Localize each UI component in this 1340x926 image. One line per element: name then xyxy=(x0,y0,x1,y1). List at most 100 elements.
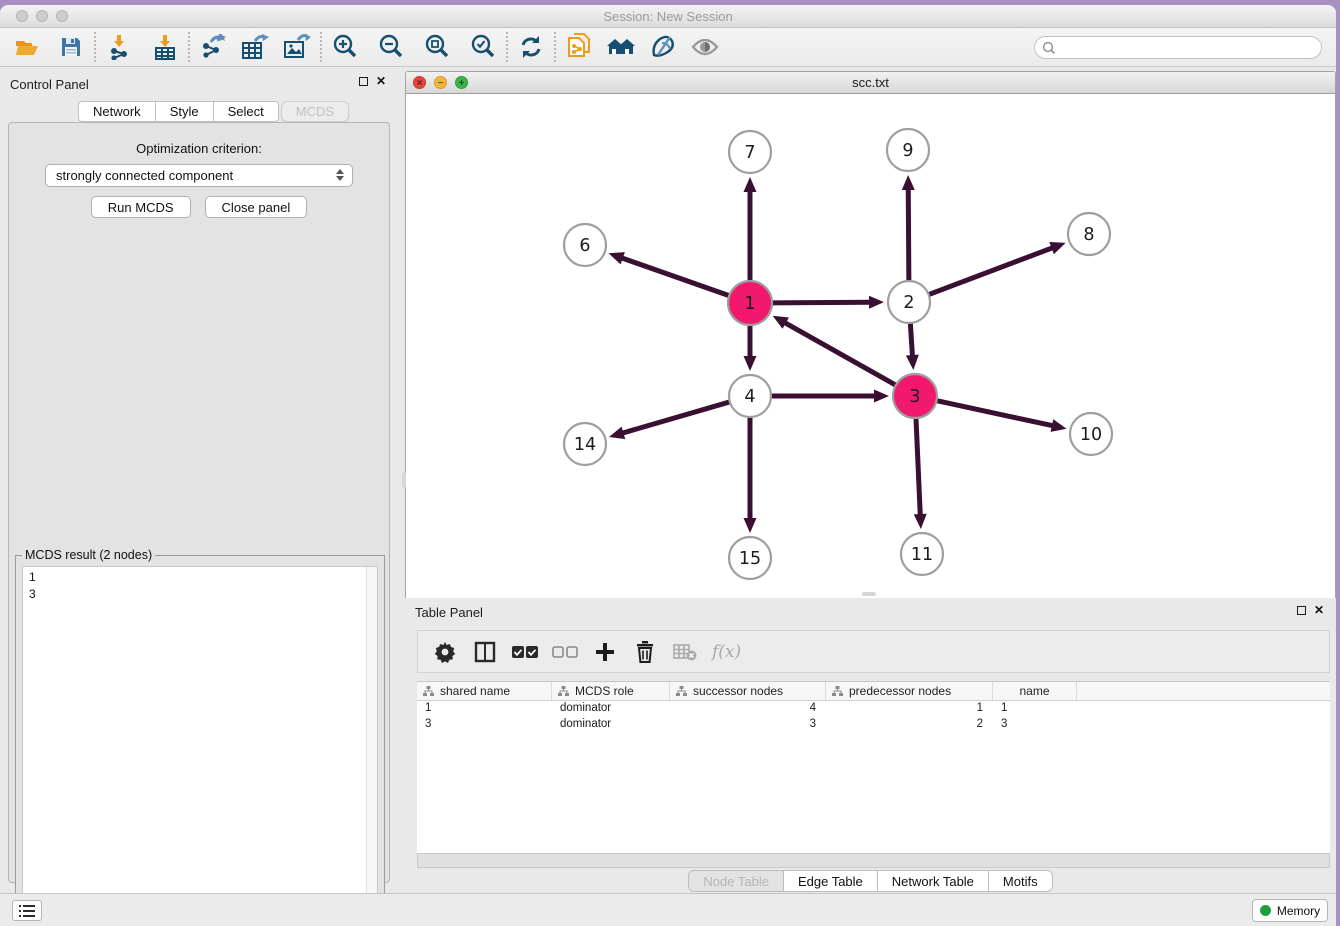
network-window: × − + scc.txt 1234678910111415 xyxy=(405,71,1336,598)
table-cell[interactable]: 1 xyxy=(417,701,552,717)
table-settings-gear-icon[interactable] xyxy=(432,639,458,665)
network-graph: 1234678910111415 xyxy=(406,94,1335,598)
control-panel: Control Panel ✕ NetworkStyleSelectMCDS O… xyxy=(0,67,398,898)
table-scrollbar[interactable] xyxy=(417,853,1330,868)
split-handle[interactable] xyxy=(402,472,406,488)
graph-arrowhead xyxy=(744,356,757,371)
delete-trash-icon[interactable] xyxy=(632,639,658,665)
search-input[interactable] xyxy=(1034,36,1322,59)
control-panel-tabs: NetworkStyleSelectMCDS xyxy=(78,101,349,122)
table-cell[interactable]: dominator xyxy=(552,701,670,717)
mcds-result-text[interactable]: 1 3 xyxy=(22,566,378,926)
close-panel-button[interactable]: Close panel xyxy=(205,196,308,218)
mcds-result-fieldset: MCDS result (2 nodes) 1 3 xyxy=(15,555,385,926)
graph-edge-2-8[interactable] xyxy=(927,247,1054,295)
column-header-successor-nodes[interactable]: successor nodes xyxy=(670,682,826,700)
table-panel-title: Table Panel xyxy=(415,605,483,620)
tab-motifs[interactable]: Motifs xyxy=(989,870,1053,892)
table-panel: Table Panel ✕ xyxy=(405,600,1336,898)
split-handle[interactable] xyxy=(862,592,876,596)
tab-network-table[interactable]: Network Table xyxy=(878,870,989,892)
graph-arrowhead xyxy=(874,390,889,403)
deselect-all-checkboxes-icon[interactable] xyxy=(552,639,578,665)
export-network-icon[interactable] xyxy=(198,33,228,61)
home-icon[interactable] xyxy=(606,33,636,61)
export-image-icon[interactable] xyxy=(282,33,312,61)
control-panel-float-icon[interactable] xyxy=(359,77,368,86)
criterion-select[interactable]: strongly connected component xyxy=(45,164,353,187)
scrollbar[interactable] xyxy=(366,567,377,926)
graph-edge-3-10[interactable] xyxy=(935,400,1054,426)
export-table-icon[interactable] xyxy=(240,33,270,61)
eye-icon[interactable] xyxy=(690,33,720,61)
graph-edge-2-9[interactable] xyxy=(908,188,909,283)
zoom-in-icon[interactable] xyxy=(330,33,360,61)
save-session-icon[interactable] xyxy=(56,33,86,61)
table-cell[interactable]: 1 xyxy=(826,701,993,717)
network-window-titlebar[interactable]: × − + scc.txt xyxy=(406,72,1335,94)
table-cell[interactable]: 4 xyxy=(670,701,826,717)
control-panel-title: Control Panel xyxy=(10,77,89,92)
graph-edge-3-11[interactable] xyxy=(916,416,920,516)
toolbar-separator xyxy=(506,32,508,62)
table-cell[interactable]: 3 xyxy=(993,717,1077,733)
import-table-icon[interactable] xyxy=(150,33,180,61)
graph-edge-1-2[interactable] xyxy=(770,302,871,303)
table-panel-float-icon[interactable] xyxy=(1297,606,1306,615)
select-all-checkboxes-icon[interactable] xyxy=(512,639,538,665)
table-cell[interactable]: 2 xyxy=(826,717,993,733)
control-panel-close-icon[interactable]: ✕ xyxy=(376,76,386,86)
delete-table-icon[interactable] xyxy=(672,639,698,665)
tab-select[interactable]: Select xyxy=(214,101,279,122)
graph-arrowhead xyxy=(869,296,884,309)
memory-button[interactable]: Memory xyxy=(1252,899,1328,922)
clone-network-icon[interactable] xyxy=(564,33,594,61)
graph-node-label: 3 xyxy=(909,387,920,407)
column-type-icon xyxy=(423,686,434,697)
column-header-shared-name[interactable]: shared name xyxy=(417,682,552,700)
mcds-result-title: MCDS result (2 nodes) xyxy=(22,548,155,562)
table-cell[interactable]: 3 xyxy=(417,717,552,733)
run-mcds-button[interactable]: Run MCDS xyxy=(91,196,191,218)
status-bar: Memory xyxy=(0,893,1336,926)
table-cell[interactable]: 3 xyxy=(670,717,826,733)
table-panel-close-icon[interactable]: ✕ xyxy=(1314,605,1324,615)
open-session-icon[interactable] xyxy=(12,33,42,61)
table-row[interactable]: 1dominator411 xyxy=(417,701,1330,717)
add-column-plus-icon[interactable] xyxy=(592,639,618,665)
zoom-fit-icon[interactable] xyxy=(422,33,452,61)
table-header-row: shared nameMCDS rolesuccessor nodesprede… xyxy=(417,682,1330,701)
tab-network[interactable]: Network xyxy=(78,101,156,122)
table-tabs: Node TableEdge TableNetwork TableMotifs xyxy=(405,870,1336,892)
zoom-out-icon[interactable] xyxy=(376,33,406,61)
tab-mcds[interactable]: MCDS xyxy=(281,101,349,122)
refresh-layout-icon[interactable] xyxy=(516,33,546,61)
search-container xyxy=(1034,36,1322,59)
graph-node-label: 2 xyxy=(903,293,914,313)
task-history-button[interactable] xyxy=(12,900,42,921)
column-header-name[interactable]: name xyxy=(993,682,1077,700)
column-header-MCDS-role[interactable]: MCDS role xyxy=(552,682,670,700)
graph-node-label: 10 xyxy=(1080,425,1102,445)
function-builder-icon[interactable]: f(x) xyxy=(712,642,741,662)
network-canvas[interactable]: 1234678910111415 xyxy=(406,94,1335,598)
graph-edge-3-1[interactable] xyxy=(784,322,898,386)
tab-node-table[interactable]: Node Table xyxy=(688,870,784,892)
network-title: scc.txt xyxy=(406,75,1335,90)
column-panel-icon[interactable] xyxy=(472,639,498,665)
graph-edge-4-14[interactable] xyxy=(621,401,731,433)
graph-edge-1-6[interactable] xyxy=(621,258,731,297)
table-toolbar: f(x) xyxy=(417,630,1330,673)
node-table: shared nameMCDS rolesuccessor nodesprede… xyxy=(417,681,1330,853)
tab-style[interactable]: Style xyxy=(156,101,214,122)
column-header-predecessor-nodes[interactable]: predecessor nodes xyxy=(826,682,993,700)
import-network-icon[interactable] xyxy=(104,33,134,61)
table-cell[interactable]: dominator xyxy=(552,717,670,733)
table-cell[interactable]: 1 xyxy=(993,701,1077,717)
table-row[interactable]: 3dominator323 xyxy=(417,717,1330,733)
graph-edge-2-3[interactable] xyxy=(910,321,912,357)
zoom-selected-icon[interactable] xyxy=(468,33,498,61)
style-brush-icon[interactable] xyxy=(648,33,678,61)
tab-edge-table[interactable]: Edge Table xyxy=(784,870,878,892)
graph-node-label: 9 xyxy=(902,141,913,161)
